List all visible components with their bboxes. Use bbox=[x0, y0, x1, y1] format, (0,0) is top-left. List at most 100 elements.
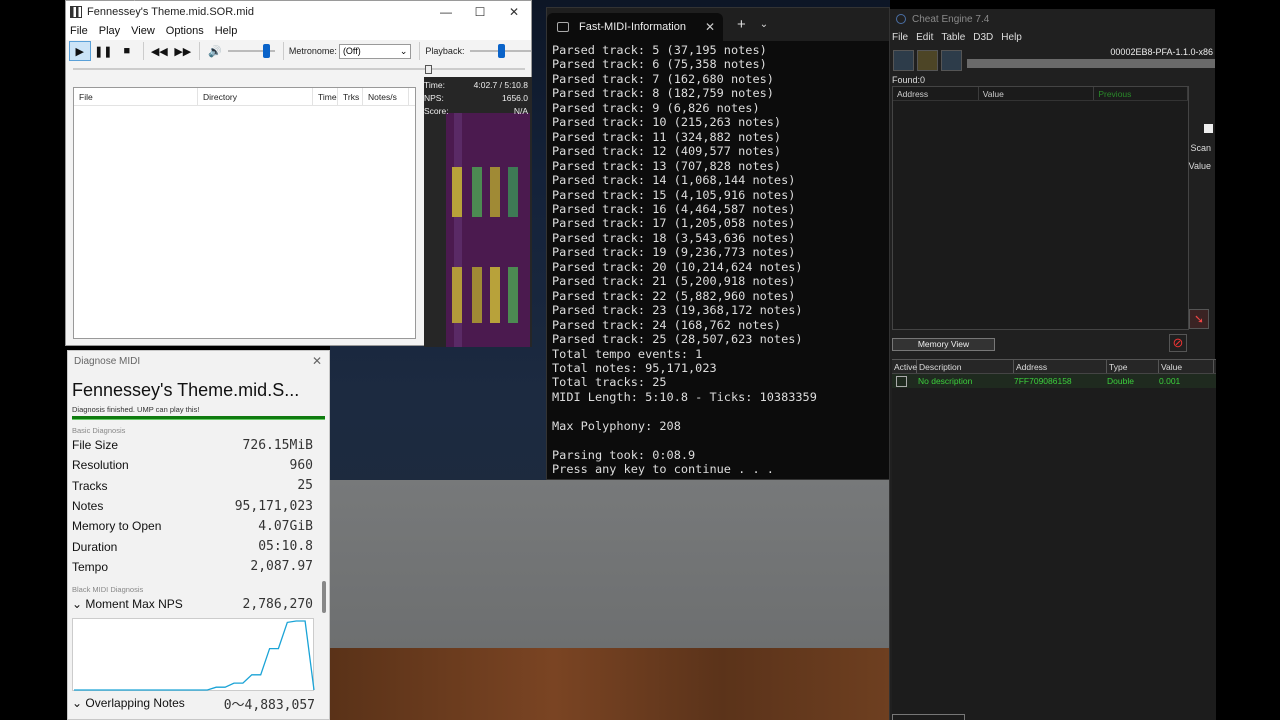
diag-value: 2,087.97 bbox=[250, 559, 313, 575]
minimize-button[interactable]: — bbox=[429, 5, 463, 19]
advanced-options-button[interactable] bbox=[892, 714, 965, 720]
diagnose-status: Diagnosis finished. UMP can play this! bbox=[72, 405, 200, 414]
file-list[interactable]: File Directory Time Trks Notes/s bbox=[73, 87, 416, 339]
diagnose-titlebar[interactable]: Diagnose MIDI ✕ bbox=[68, 351, 329, 371]
scan-option-checkbox[interactable] bbox=[1204, 124, 1213, 133]
menu-help[interactable]: Help bbox=[211, 23, 245, 40]
player-toolbar: ▶ ❚❚ ■ ◀◀ ▶▶ 🔊 Metronome: (Off) ⌄ Playba… bbox=[66, 40, 532, 62]
col-value[interactable]: Value bbox=[1159, 360, 1214, 373]
fast-forward-icon: ▶▶ bbox=[174, 45, 192, 58]
volume-thumb[interactable] bbox=[262, 44, 270, 58]
visualizer-note-block bbox=[490, 167, 500, 217]
terminal-line: Parsed track: 9 (6,826 notes) bbox=[552, 100, 760, 115]
overlap-label-text: Overlapping Notes bbox=[85, 696, 185, 711]
terminal-line: Max Polyphony: 208 bbox=[552, 418, 681, 433]
address-entry[interactable]: No description 7FF709086158 Double 0.001 bbox=[892, 374, 1216, 388]
metronome-label: Metronome: bbox=[288, 46, 337, 56]
ce-menu-help[interactable]: Help bbox=[999, 32, 1028, 43]
entry-address[interactable]: 7FF709086158 bbox=[1011, 376, 1104, 386]
playback-slider[interactable] bbox=[470, 41, 532, 61]
menu-view[interactable]: View bbox=[127, 23, 162, 40]
rewind-button[interactable]: ◀◀ bbox=[149, 41, 171, 61]
forward-button[interactable]: ▶▶ bbox=[172, 41, 194, 61]
stat-nps-value: 1656.0 bbox=[502, 93, 528, 103]
seek-track bbox=[73, 68, 525, 70]
col-time[interactable]: Time bbox=[313, 88, 338, 105]
play-button[interactable]: ▶ bbox=[69, 41, 91, 61]
pause-button[interactable]: ❚❚ bbox=[93, 41, 115, 61]
col-address[interactable]: Address bbox=[1014, 360, 1107, 373]
metronome-select[interactable]: (Off) ⌄ bbox=[338, 43, 412, 59]
ce-menu-file[interactable]: File bbox=[890, 32, 914, 43]
ce-toolbar bbox=[893, 50, 962, 71]
menu-play[interactable]: Play bbox=[95, 23, 127, 40]
terminal-line: Parsed track: 5 (37,195 notes) bbox=[552, 43, 767, 57]
active-checkbox[interactable] bbox=[896, 375, 907, 387]
col-active[interactable]: Active bbox=[892, 360, 917, 373]
terminal-tab[interactable]: Fast-MIDI-Information ✕ bbox=[547, 13, 723, 41]
col-tracks[interactable]: Trks bbox=[338, 88, 363, 105]
col-notes-per-sec[interactable]: Notes/s bbox=[363, 88, 409, 105]
close-button[interactable]: ✕ bbox=[497, 5, 531, 19]
ce-menu-edit[interactable]: Edit bbox=[914, 32, 939, 43]
terminal-window: Fast-MIDI-Information ✕ + ⌄ Parsed track… bbox=[546, 7, 890, 480]
desktop-wall bbox=[330, 480, 890, 648]
entry-type[interactable]: Double bbox=[1104, 376, 1156, 386]
address-list-header: Active Description Address Type Value bbox=[892, 360, 1216, 374]
address-list[interactable]: Active Description Address Type Value No… bbox=[892, 359, 1216, 720]
save-icon[interactable] bbox=[941, 50, 962, 71]
col-description[interactable]: Description bbox=[917, 360, 1014, 373]
terminal-line: Parsed track: 14 (1,068,144 notes) bbox=[552, 173, 796, 188]
ce-menu-d3d[interactable]: D3D bbox=[971, 32, 999, 43]
ce-titlebar[interactable]: Cheat Engine 7.4 bbox=[890, 9, 1215, 29]
terminal-line: Parsed track: 25 (28,507,623 notes) bbox=[552, 332, 803, 347]
add-address-arrow-icon[interactable]: ➘ bbox=[1189, 309, 1209, 329]
memory-view-button[interactable]: Memory View bbox=[892, 338, 995, 351]
terminal-line: Parsed track: 15 (4,105,916 notes) bbox=[552, 187, 796, 202]
terminal-line: Total tempo events: 1 bbox=[552, 346, 703, 361]
terminal-line: Parsed track: 17 (1,205,058 notes) bbox=[552, 216, 796, 231]
diagnose-scrollbar[interactable] bbox=[322, 581, 326, 613]
close-tab-icon[interactable]: ✕ bbox=[705, 20, 715, 34]
moment-max-nps-row[interactable]: ⌄ Moment Max NPS 2,786,270 bbox=[68, 594, 329, 614]
col-address[interactable]: Address bbox=[893, 87, 979, 100]
process-name: 00002EB8-PFA-1.1.0-x86 bbox=[1110, 47, 1213, 57]
entry-description[interactable]: No description bbox=[915, 376, 1011, 386]
select-process-icon[interactable] bbox=[893, 50, 914, 71]
diag-row-tempo: Tempo 2,087.97 bbox=[68, 557, 329, 577]
seek-knob[interactable] bbox=[424, 65, 432, 74]
volume-button[interactable]: 🔊 bbox=[205, 41, 227, 61]
col-file[interactable]: File bbox=[74, 88, 198, 105]
chevron-down-icon[interactable]: ⌄ bbox=[760, 19, 768, 30]
overlapping-notes-row[interactable]: ⌄ Overlapping Notes 0〜4,883,057 bbox=[68, 693, 331, 713]
maximize-button[interactable]: ☐ bbox=[463, 5, 497, 19]
process-progress-bar bbox=[967, 59, 1215, 68]
ce-menu-table[interactable]: Table bbox=[939, 32, 971, 43]
open-folder-icon[interactable] bbox=[917, 50, 938, 71]
stop-button[interactable]: ■ bbox=[116, 41, 138, 61]
col-value[interactable]: Value bbox=[979, 87, 1095, 100]
new-tab-icon[interactable]: + bbox=[737, 16, 746, 33]
stop-icon[interactable]: ⊘ bbox=[1169, 334, 1187, 352]
col-previous[interactable]: Previous bbox=[1094, 87, 1189, 100]
stat-nps-label: NPS: bbox=[424, 93, 444, 103]
terminal-output[interactable]: Parsed track: 5 (37,195 notes) Parsed tra… bbox=[547, 41, 889, 477]
close-icon[interactable]: ✕ bbox=[305, 354, 329, 368]
playback-thumb[interactable] bbox=[497, 44, 505, 58]
chevron-down-icon: ⌄ bbox=[399, 45, 408, 56]
terminal-line: Parsed track: 21 (5,200,918 notes) bbox=[552, 274, 796, 289]
menu-file[interactable]: File bbox=[66, 23, 95, 40]
visualizer-note-block bbox=[472, 267, 482, 323]
volume-slider[interactable] bbox=[228, 41, 275, 61]
terminal-line: MIDI Length: 5:10.8 - Ticks: 10383359 bbox=[552, 389, 817, 404]
menu-options[interactable]: Options bbox=[162, 23, 211, 40]
seek-bar[interactable] bbox=[73, 65, 525, 74]
found-count: Found:0 bbox=[892, 75, 926, 85]
entry-value[interactable]: 0.001 bbox=[1156, 376, 1211, 386]
terminal-line: Parsed track: 7 (162,680 notes) bbox=[552, 71, 774, 86]
col-directory[interactable]: Directory bbox=[198, 88, 313, 105]
col-type[interactable]: Type bbox=[1107, 360, 1159, 373]
visualizer-note-block bbox=[452, 267, 462, 323]
scan-results-list[interactable]: Address Value Previous bbox=[892, 86, 1189, 330]
nps-graph-line bbox=[74, 620, 315, 691]
